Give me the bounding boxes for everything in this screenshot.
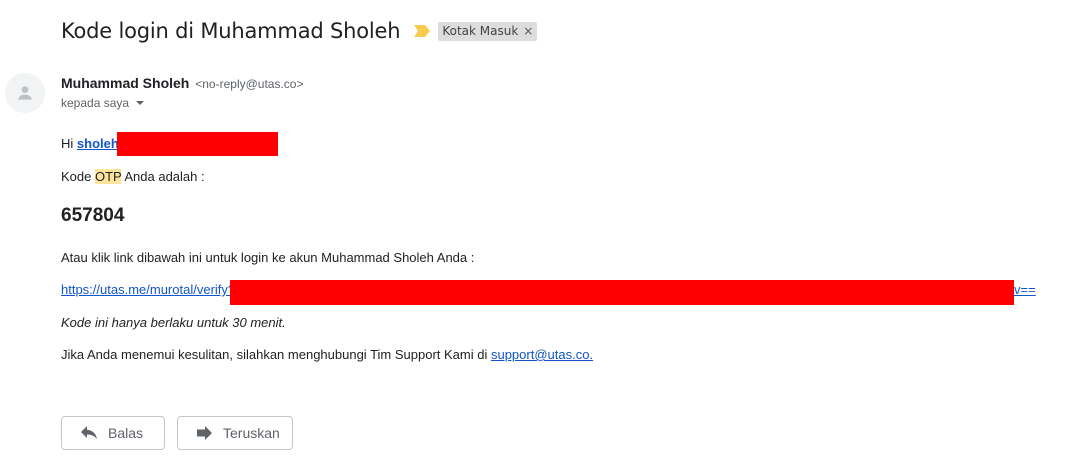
importance-marker-icon[interactable] bbox=[414, 25, 431, 37]
sender-line: Muhammad Sholeh <no-reply@utas.co> bbox=[61, 75, 304, 91]
support-line: Jika Anda menemui kesulitan, silahkan me… bbox=[61, 347, 593, 362]
otp-highlight: OTP bbox=[94, 169, 122, 184]
otp-prefix: Kode bbox=[61, 169, 95, 184]
greeting-prefix: Hi bbox=[61, 136, 74, 151]
redaction-box-link bbox=[230, 280, 1014, 305]
reply-button[interactable]: Balas bbox=[61, 416, 165, 450]
forward-button[interactable]: Teruskan bbox=[177, 416, 293, 450]
recipient-line[interactable]: kepada saya bbox=[61, 96, 145, 110]
greeting-line: Hi sholeh bbox=[61, 136, 119, 151]
person-icon bbox=[18, 86, 32, 100]
email-subject: Kode login di Muhammad Sholeh bbox=[61, 19, 401, 43]
forward-label: Teruskan bbox=[223, 425, 280, 441]
remove-label-icon[interactable]: × bbox=[523, 24, 533, 38]
support-email-link[interactable]: support@utas.co. bbox=[491, 347, 593, 362]
inbox-label-chip: Kotak Masuk × bbox=[438, 21, 538, 41]
reply-icon bbox=[81, 426, 97, 439]
login-verify-link[interactable]: https://utas.me/murotal/verify? bbox=[61, 282, 235, 297]
greeting-username-link[interactable]: sholeh bbox=[77, 136, 119, 151]
inbox-label-text: Kotak Masuk bbox=[442, 24, 519, 38]
support-prefix: Jika Anda menemui kesulitan, silahkan me… bbox=[61, 347, 491, 362]
forward-icon bbox=[197, 426, 212, 440]
subject-row: Kode login di Muhammad Sholeh Kotak Masu… bbox=[61, 16, 538, 46]
otp-intro-line: Kode OTP Anda adalah : bbox=[61, 169, 205, 184]
validity-note: Kode ini hanya berlaku untuk 30 menit. bbox=[61, 315, 286, 330]
otp-code: 657804 bbox=[61, 205, 125, 226]
otp-suffix: Anda adalah : bbox=[121, 169, 205, 184]
login-verify-link-end[interactable]: v== bbox=[1014, 282, 1036, 297]
sender-email: <no-reply@utas.co> bbox=[195, 77, 304, 91]
reply-label: Balas bbox=[108, 425, 144, 441]
sender-name[interactable]: Muhammad Sholeh bbox=[61, 75, 189, 91]
recipient-details-caret-icon[interactable] bbox=[136, 101, 145, 105]
login-link-intro: Atau klik link dibawah ini untuk login k… bbox=[61, 250, 475, 265]
redaction-box bbox=[117, 132, 278, 156]
sender-avatar bbox=[5, 73, 45, 113]
recipient-text: kepada saya bbox=[61, 96, 130, 110]
login-link-line: https://utas.me/murotal/verify? bbox=[61, 282, 235, 297]
